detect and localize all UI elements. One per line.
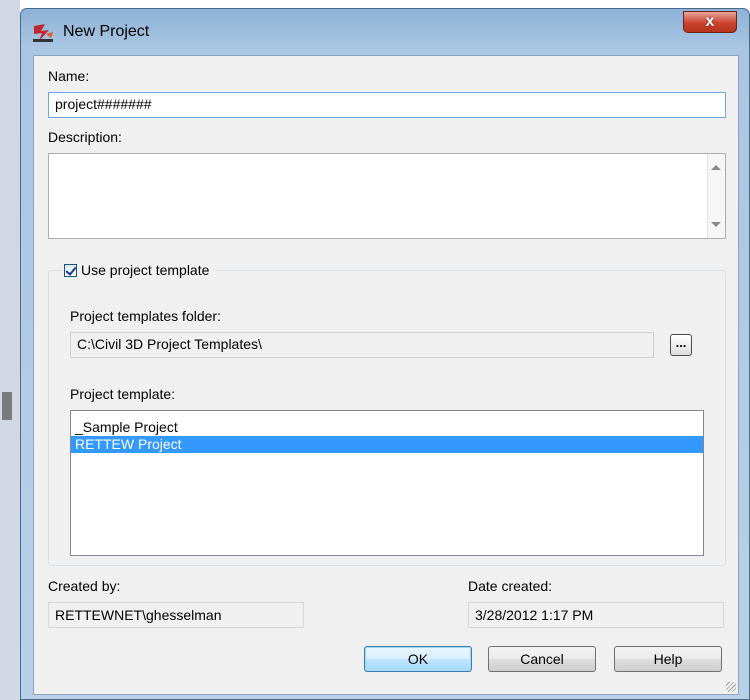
- ok-button[interactable]: OK: [364, 646, 472, 672]
- help-button[interactable]: Help: [614, 646, 722, 672]
- list-item-rettew-project[interactable]: RETTEW Project: [71, 436, 703, 453]
- created-by-field: RETTEWNET\ghesselman: [48, 602, 304, 628]
- resize-grip[interactable]: [726, 682, 736, 692]
- date-created-field: 3/28/2012 1:17 PM: [468, 602, 724, 628]
- dialog-title: New Project: [63, 23, 150, 40]
- name-input[interactable]: project#######: [48, 92, 726, 118]
- close-button[interactable]: x: [683, 11, 737, 33]
- project-template-list[interactable]: _Sample Project RETTEW Project: [70, 410, 704, 556]
- date-created-label: Date created:: [468, 578, 553, 594]
- ellipsis-icon: ...: [675, 335, 687, 350]
- dialog-body: Name: project####### Description: Use pr…: [33, 55, 739, 695]
- scroll-down-arrow-icon[interactable]: [711, 222, 721, 227]
- civil3d-app-icon: [33, 24, 53, 42]
- project-template-label: Project template:: [70, 386, 176, 402]
- new-project-dialog: New Project x Name: project####### Descr…: [20, 8, 750, 700]
- background-scroll-marker: [2, 392, 12, 420]
- close-icon: x: [705, 13, 715, 30]
- templates-folder-label: Project templates folder:: [70, 308, 221, 324]
- scroll-up-arrow-icon[interactable]: [711, 165, 721, 170]
- description-label: Description:: [48, 129, 122, 145]
- description-textarea[interactable]: [48, 153, 726, 239]
- created-by-label: Created by:: [48, 578, 121, 594]
- cancel-button[interactable]: Cancel: [488, 646, 596, 672]
- description-scrollbar[interactable]: [707, 154, 725, 238]
- background-app-strip: [0, 0, 20, 700]
- title-bar[interactable]: New Project x: [21, 9, 749, 55]
- templates-folder-field: C:\Civil 3D Project Templates\: [70, 332, 654, 358]
- use-template-checkbox[interactable]: [64, 263, 77, 277]
- use-template-checkbox-row[interactable]: Use project template: [62, 260, 216, 280]
- list-item-sample-project[interactable]: _Sample Project: [71, 419, 703, 436]
- use-template-label[interactable]: Use project template: [81, 262, 209, 278]
- browse-folder-button[interactable]: ...: [670, 334, 692, 356]
- name-label: Name:: [48, 68, 90, 84]
